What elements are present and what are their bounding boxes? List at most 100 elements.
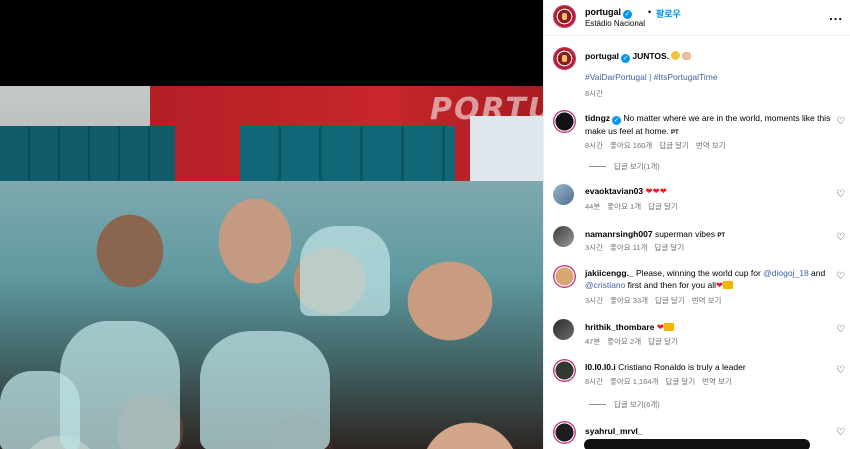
instagram-post-view: PORTUGAL portugal✓ • 팔로우 Estádio Naciona… xyxy=(0,0,850,449)
caption-username[interactable]: portugal xyxy=(585,51,619,61)
jakiicengg-avatar[interactable] xyxy=(553,265,576,288)
comment-time: 44분 xyxy=(585,202,601,211)
portugal-avatar[interactable] xyxy=(553,5,576,28)
comment-body: Please, winning the world cup for xyxy=(636,268,761,278)
l0l0l0i-avatar[interactable] xyxy=(553,359,576,382)
post-media[interactable]: PORTUGAL xyxy=(0,0,543,449)
comment-likes[interactable]: 좋아요 1,164개 xyxy=(610,377,658,386)
header-username[interactable]: portugal ✓ xyxy=(585,7,632,19)
comment-body: No matter where we are in the world, mom… xyxy=(585,113,831,136)
comment-text: hrithik_thombare ❤ xyxy=(585,321,835,333)
comment-likes[interactable]: 좋아요 33개 xyxy=(610,296,648,305)
comment-text: syahrul_mrvl_ xyxy=(585,425,835,437)
evaoktavian03-avatar[interactable] xyxy=(553,184,574,205)
comment-item: l0.l0.l0.i Cristiano Ronaldo is truly a … xyxy=(544,359,850,414)
face-emoji-icon xyxy=(671,51,681,60)
more-options-icon[interactable]: ... xyxy=(829,8,843,23)
hrithik-thombare-avatar[interactable] xyxy=(553,319,574,340)
fist-emoji-icon xyxy=(682,52,692,60)
view-replies-label: 답글 보기(6개) xyxy=(614,400,660,409)
like-heart-icon[interactable]: ♡ xyxy=(836,189,845,200)
tidngz-avatar[interactable] xyxy=(553,110,576,133)
mention-link[interactable]: @diogoj_18 xyxy=(763,268,809,278)
pt-flag-icon: PT xyxy=(717,233,725,239)
divider xyxy=(589,404,606,405)
comment-item: jakiicengg._ Please, winning the world c… xyxy=(544,265,850,310)
comment-username[interactable]: tidngz xyxy=(585,113,610,123)
reply-button[interactable]: 답글 달기 xyxy=(665,377,695,386)
like-heart-icon[interactable]: ♡ xyxy=(836,271,845,282)
namanrsingh007-avatar[interactable] xyxy=(553,226,574,247)
comment-meta: 47분 좋아요 2개 답글 달기 xyxy=(585,336,685,347)
comment-time: 8시간 xyxy=(585,141,603,150)
comment-likes[interactable]: 좋아요 2개 xyxy=(607,337,641,346)
comment-body: Cristiano Ronaldo is truly a leader xyxy=(618,362,746,372)
comment-username[interactable]: namanrsingh007 xyxy=(585,229,653,239)
like-heart-icon[interactable]: ♡ xyxy=(836,365,845,376)
reply-button[interactable]: 답글 달기 xyxy=(648,337,678,346)
comment-likes[interactable]: 좋아요 11개 xyxy=(610,243,647,252)
divider xyxy=(589,166,606,167)
comment-username[interactable]: jakiicengg._ xyxy=(585,268,634,278)
comment-time: 3시간 xyxy=(585,296,603,305)
like-heart-icon[interactable]: ♡ xyxy=(836,232,845,243)
comment-meta: 3시간 좋아요 33개 답글 달기 번역 보기 xyxy=(585,295,728,306)
comment-username[interactable]: syahrul_mrvl_ xyxy=(585,426,643,436)
verified-icon: ✓ xyxy=(612,116,622,125)
comment-item: tidngz ✓ No matter where we are in the wo… xyxy=(544,110,850,175)
mention-link[interactable]: @cristiano xyxy=(585,280,625,290)
jersey xyxy=(300,226,390,316)
reply-button[interactable]: 답글 달기 xyxy=(659,141,689,150)
view-replies-button[interactable]: 답글 보기(1개) xyxy=(589,161,660,172)
comment-body: and xyxy=(811,268,826,278)
post-side-panel: portugal ✓ • 팔로우 Estádio Nacional ... por… xyxy=(543,0,850,449)
post-photo: PORTUGAL xyxy=(0,86,543,449)
pt-flag-icon: PT xyxy=(671,130,679,136)
crown-emoji-icon xyxy=(723,281,734,289)
jersey xyxy=(200,331,330,449)
comment-likes[interactable]: 좋아요 160개 xyxy=(610,141,652,150)
caption-avatar[interactable] xyxy=(553,47,576,70)
translate-button[interactable]: 번역 보기 xyxy=(702,377,732,386)
comment-text: jakiicengg._ Please, winning the world c… xyxy=(585,267,835,291)
comment-text: l0.l0.l0.i Cristiano Ronaldo is truly a … xyxy=(585,361,835,373)
reply-button[interactable]: 답글 달기 xyxy=(648,202,678,211)
crown-emoji-icon xyxy=(663,323,674,331)
comment-username[interactable]: hrithik_thombare xyxy=(585,322,654,332)
comment-meta: 44분 좋아요 1개 답글 달기 xyxy=(585,201,685,212)
comment-time: 3시간 xyxy=(585,243,603,252)
syahrul-mrvl-avatar[interactable] xyxy=(553,421,576,444)
comment-time: 47분 xyxy=(585,337,601,346)
caption-text: JUNTOS. xyxy=(632,51,670,61)
like-heart-icon[interactable]: ♡ xyxy=(836,324,845,335)
comment-item: evaoktavian03 ❤❤❤ 44분 좋아요 1개 답글 달기 ♡ xyxy=(544,184,850,214)
caption-time: 8시간 xyxy=(585,89,603,98)
comment-time: 8시간 xyxy=(585,377,603,386)
separator-dot: • xyxy=(648,7,652,17)
caption-hashtags[interactable]: #VaiDarPortugal | #ItsPortugalTime xyxy=(585,72,718,82)
verified-icon: ✓ xyxy=(621,54,630,63)
like-heart-icon[interactable]: ♡ xyxy=(836,427,845,438)
comment-text: namanrsingh007 superman vibes PT xyxy=(585,228,835,242)
reply-button[interactable]: 답글 달기 xyxy=(655,296,685,305)
red-heart-emoji-icon: ❤ xyxy=(716,280,724,290)
comment-item: hrithik_thombare ❤ 47분 좋아요 2개 답글 달기 ♡ xyxy=(544,319,850,349)
comment-username[interactable]: evaoktavian03 xyxy=(585,186,643,196)
view-replies-button[interactable]: 답글 보기(6개) xyxy=(589,399,660,410)
red-heart-emoji-icon: ❤ xyxy=(656,322,664,332)
comment-body: first and then for you all xyxy=(627,280,717,290)
comment-username[interactable]: l0.l0.l0.i xyxy=(585,362,616,372)
translate-button[interactable]: 번역 보기 xyxy=(696,141,726,150)
view-replies-label: 답글 보기(1개) xyxy=(614,162,660,171)
like-heart-icon[interactable]: ♡ xyxy=(836,116,845,127)
reply-button[interactable]: 답글 달기 xyxy=(654,243,684,252)
translate-button[interactable]: 번역 보기 xyxy=(692,296,722,305)
jersey xyxy=(0,371,80,449)
post-header: portugal ✓ • 팔로우 Estádio Nacional ... xyxy=(544,0,850,36)
comment-body: superman vibes xyxy=(654,229,715,239)
verified-icon: ✓ xyxy=(623,10,632,19)
comment-item: namanrsingh007 superman vibes PT 3시간 좋아요 … xyxy=(544,226,850,256)
comment-likes[interactable]: 좋아요 1개 xyxy=(607,202,641,211)
follow-button[interactable]: 팔로우 xyxy=(656,7,681,20)
location-link[interactable]: Estádio Nacional xyxy=(585,19,645,28)
